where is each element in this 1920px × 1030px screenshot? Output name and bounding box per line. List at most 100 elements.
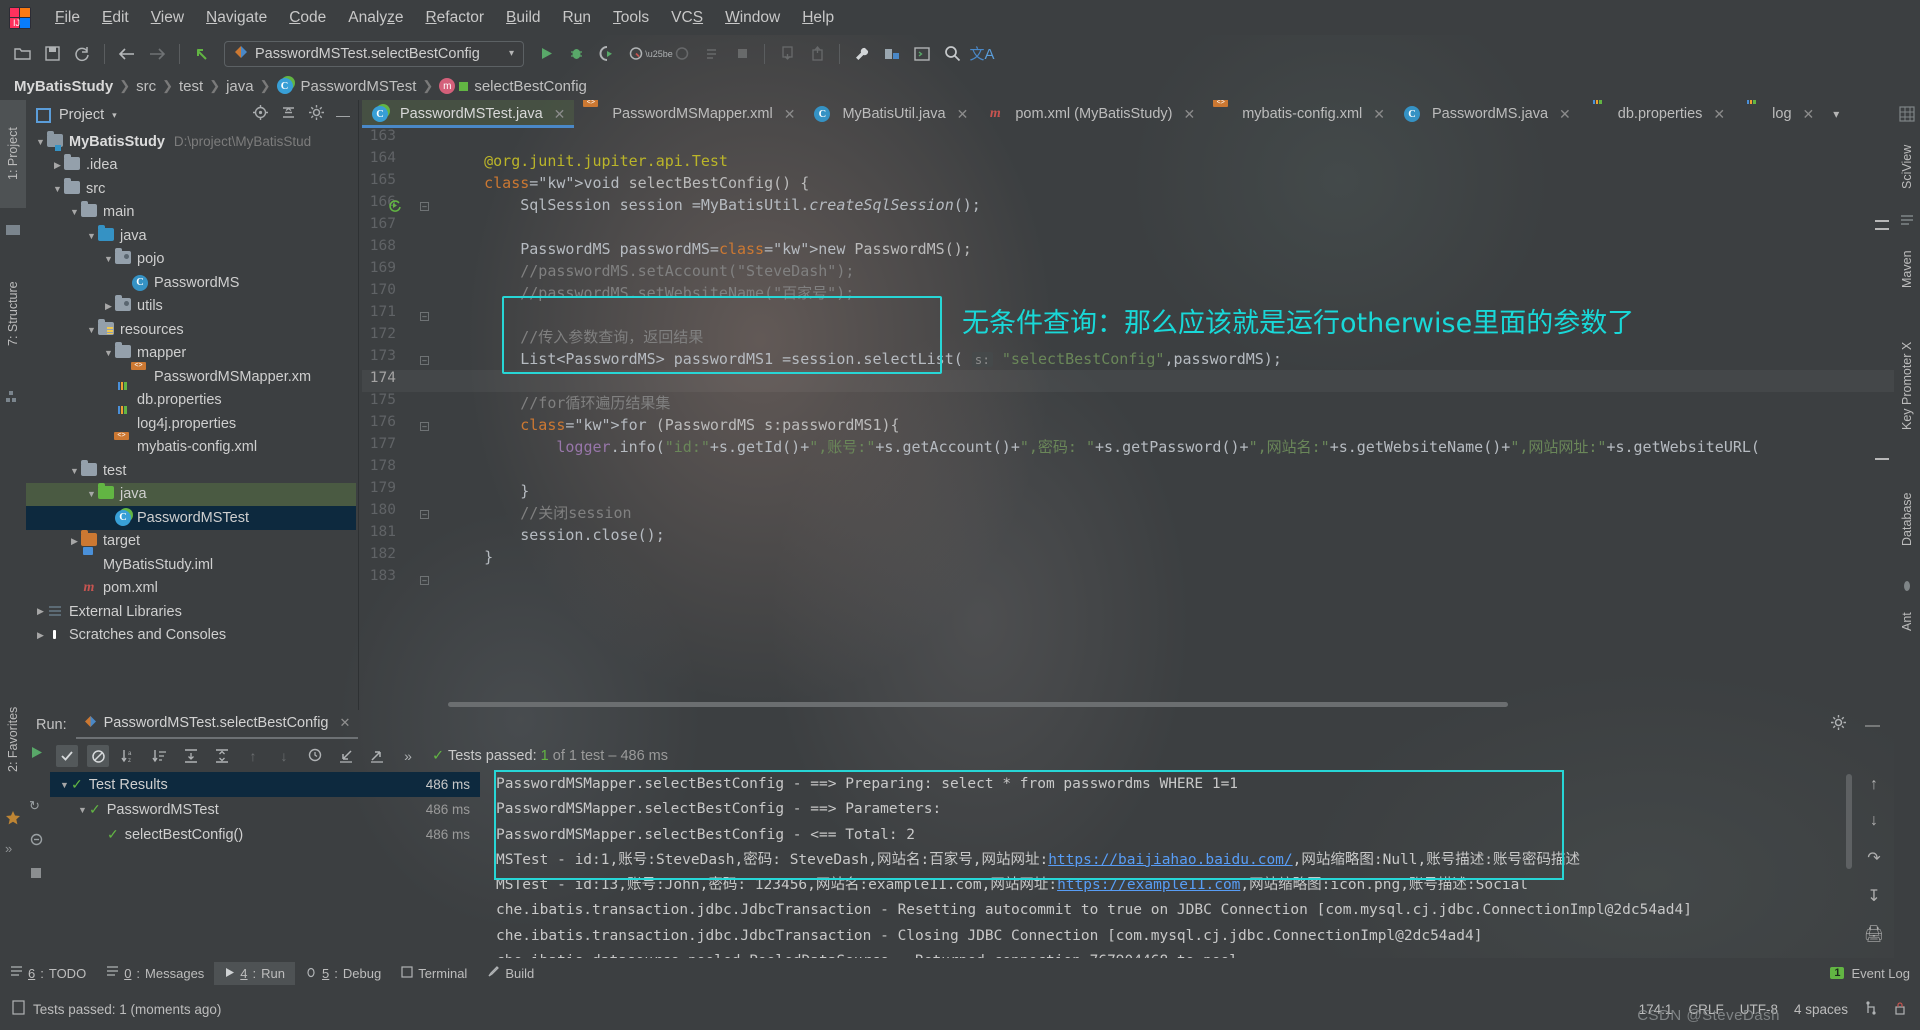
more-actions-icon[interactable]: » [397,745,419,767]
favorites-stripe-icon[interactable] [5,222,21,238]
last-edit-location-icon[interactable] [188,40,216,68]
tree-expand-arrow[interactable]: ▼ [34,137,47,147]
editor-tab-bar[interactable]: C PasswordMSTest.java ✕ PasswordMSMapper.xm… [362,100,1894,128]
code-editor[interactable]: 163 164 165 166 167 168 169 170 171 172 173 174 175 1… [362,128,1894,710]
sciview-grid-icon[interactable] [1899,106,1915,122]
vcs-branch-icon[interactable] [1864,1000,1878,1018]
tree-expand-arrow[interactable]: ▶ [102,301,115,312]
tree-item-mybatisstudy-iml[interactable]: MyBatisStudy.iml [26,553,356,577]
gear-icon[interactable] [1830,714,1847,736]
commit-icon[interactable] [803,40,831,68]
tree-expand-arrow[interactable]: ▼ [68,466,81,476]
tree-item-mybatisstudy[interactable]: ▼ MyBatisStudy D:\project\MyBatisStud [26,130,356,154]
menu-item-vcs[interactable]: VCS [660,7,714,29]
navigate-forward-icon[interactable] [143,40,171,68]
sidebar-item-run[interactable]: 4: Run [214,961,296,985]
breadcrumb-item-java[interactable]: java [226,78,254,95]
menu-item-tools[interactable]: Tools [602,7,660,29]
show-ignored-toggle[interactable] [87,745,109,767]
sidebar-item-project[interactable]: 1: Project [0,100,26,208]
open-folder-icon[interactable] [8,40,36,68]
test-tree-row[interactable]: ▼ ✓ Test Results 486 ms [50,772,480,797]
editor-tab-log[interactable]: log ✕ [1734,100,1823,128]
build-project-icon[interactable] [878,40,906,68]
tree-item-resources[interactable]: ▼ resources [26,318,356,342]
hide-panel-icon[interactable]: — [336,107,350,123]
fold-marker[interactable]: – [420,312,429,321]
close-icon[interactable]: ✕ [554,106,566,123]
translate-icon[interactable]: 文A [968,40,996,68]
menu-item-window[interactable]: Window [714,7,791,29]
history-icon[interactable] [304,745,326,767]
tree-item-target[interactable]: ▶ target [26,530,356,554]
expand-stripe-icon[interactable]: » [5,840,21,856]
editor-tab-db-properties[interactable]: db.properties ✕ [1580,100,1734,128]
tree-expand-arrow[interactable]: ▼ [102,348,115,358]
tree-item-mapper[interactable]: ▼ mapper [26,342,356,366]
rerun-failed-icon[interactable]: ↻ [29,798,40,814]
show-passed-toggle[interactable] [56,745,78,767]
project-tree[interactable]: ▼ MyBatisStudy D:\project\MyBatisStud ▶ .ide… [26,130,356,647]
expand-all-icon[interactable] [180,745,202,767]
import-tests-icon[interactable] [335,745,357,767]
tree-expand-arrow[interactable]: ▼ [51,184,64,194]
console-scrollbar[interactable] [1846,774,1852,869]
hide-panel-icon[interactable]: — [1865,717,1880,734]
close-icon[interactable]: ✕ [957,106,969,123]
profiler-dropdown-icon[interactable]: \u25be [645,40,673,68]
menu-item-view[interactable]: View [140,7,195,29]
menu-item-edit[interactable]: Edit [91,7,140,29]
tree-expand-arrow[interactable]: ▶ [51,160,64,171]
save-all-icon[interactable] [38,40,66,68]
editor-tabs-overflow-icon[interactable]: ▾ [1823,100,1849,128]
tree-expand-arrow[interactable]: ▼ [85,489,98,499]
next-failed-icon[interactable]: ↓ [273,745,295,767]
sidebar-item-todo[interactable]: 6: TODO [0,961,96,985]
menu-item-run[interactable]: Run [552,7,602,29]
step-icon[interactable] [698,40,726,68]
menu-item-refactor[interactable]: Refactor [414,7,495,29]
ant-stripe-icon[interactable] [1899,578,1915,594]
tree-item-pojo[interactable]: ▼ pojo [26,248,356,272]
soft-wrap-icon[interactable]: ↷ [1867,848,1880,868]
tree-item-mybatis-config-xml[interactable]: mybatis-config.xml [26,436,356,460]
stop-icon[interactable] [728,40,756,68]
tree-item-db-properties[interactable]: db.properties [26,389,356,413]
test-tree-row[interactable]: ✓ selectBestConfig() 486 ms [50,822,480,847]
menu-item-file[interactable]: File [44,7,91,29]
sidebar-item-terminal[interactable]: Terminal [391,962,477,985]
tree-expand-arrow[interactable]: ▼ [68,207,81,217]
toggle-auto-test-icon[interactable] [29,832,44,852]
fold-marker[interactable]: – [420,576,429,585]
close-icon[interactable]: ✕ [339,715,350,731]
locate-icon[interactable] [252,104,269,125]
prev-failed-icon[interactable]: ↑ [242,745,264,767]
tree-expand-arrow[interactable]: ▶ [68,536,81,547]
editor-tab-mybatisutil-java[interactable]: C MyBatisUtil.java ✕ [804,100,977,128]
console-output[interactable]: PasswordMSMapper.selectBestConfig - ==> … [496,772,1851,958]
tree-expand-arrow[interactable]: ▶ [34,630,47,641]
lock-icon[interactable] [1894,1001,1906,1018]
run-button[interactable] [532,40,560,68]
tree-item-external-libraries[interactable]: ▶ External Libraries [26,600,356,624]
tree-item-scratches-and-consoles[interactable]: ▶ Scratches and Consoles [26,624,356,648]
tree-item-log4j-properties[interactable]: log4j.properties [26,412,356,436]
scroll-to-end-icon[interactable]: ↧ [1867,886,1880,906]
editor-tab-pom-xml-mybatisstudy[interactable]: m pom.xml (MyBatisStudy) ✕ [977,100,1204,128]
editor-tab-passwordms-java[interactable]: C PasswordMS.java ✕ [1394,100,1580,128]
tree-expand-arrow[interactable]: ▼ [85,231,98,241]
close-icon[interactable]: ✕ [1803,106,1815,123]
panel-splitter[interactable] [356,100,362,710]
wrench-icon[interactable] [848,40,876,68]
test-expand-arrow[interactable]: ▼ [58,780,71,790]
breadcrumb-item-src[interactable]: src [136,78,156,95]
project-panel-title[interactable]: Project [59,107,104,123]
test-tree-row[interactable]: ▼ ✓ PasswordMSTest 486 ms [50,797,480,822]
test-results-tree[interactable]: ▼ ✓ Test Results 486 ms ▼ ✓ PasswordMSTest 486 … [50,772,480,958]
breadcrumb-item-test[interactable]: test [179,78,203,95]
tree-item-test[interactable]: ▼ test [26,459,356,483]
navigate-back-icon[interactable] [113,40,141,68]
editor-horizontal-scrollbar[interactable] [448,702,1508,707]
tree-expand-arrow[interactable]: ▶ [34,606,47,617]
debug-button[interactable] [562,40,590,68]
